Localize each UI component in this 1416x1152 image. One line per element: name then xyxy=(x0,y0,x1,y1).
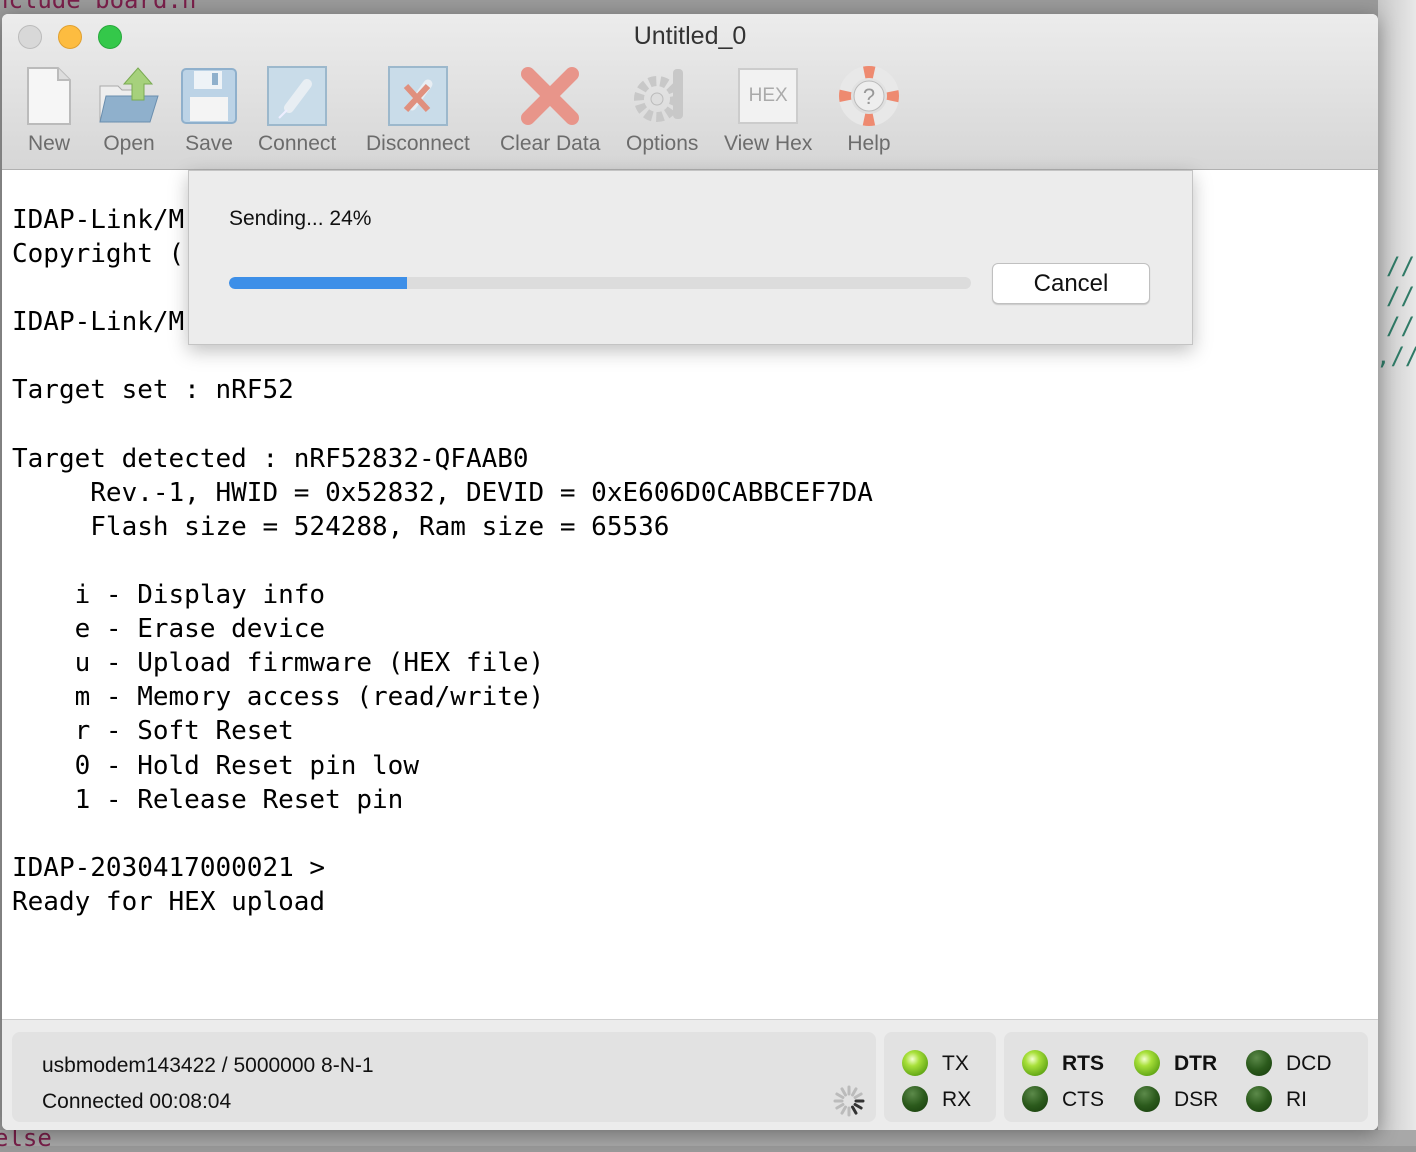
clear-data-button[interactable]: Clear Data xyxy=(500,64,600,156)
terminal-line: r - Soft Reset xyxy=(12,716,294,747)
background-comment: // xyxy=(1386,312,1415,340)
background-comment: // xyxy=(1386,252,1415,280)
terminal-window: Untitled_0 New Open Save Connect Disconn… xyxy=(2,14,1378,1130)
new-document-icon xyxy=(18,64,80,128)
terminal-line: Ready for HEX upload xyxy=(12,886,326,917)
background-editor xyxy=(1378,0,1416,1146)
terminal-line: Target set : nRF52 xyxy=(12,375,294,406)
options-button[interactable]: Options xyxy=(626,64,698,156)
spinner-spoke xyxy=(840,1105,847,1115)
connection-panel: usbmodem143422 / 5000000 8-N-1 Connected… xyxy=(12,1032,876,1122)
terminal-line: Flash size = 524288, Ram size = 65536 xyxy=(12,511,670,542)
plug-icon xyxy=(266,64,328,128)
background-editor-bottom xyxy=(0,1130,1416,1146)
open-button[interactable]: Open xyxy=(98,64,160,156)
signal-lines-panel: RTS CTS DTR DSR DCD RI xyxy=(1004,1032,1368,1122)
terminal-line: 0 - Hold Reset pin low xyxy=(12,750,419,781)
dtr-label[interactable]: DTR xyxy=(1174,1052,1217,1076)
lifebuoy-help-icon: ? xyxy=(838,64,900,128)
dcd-led xyxy=(1246,1050,1272,1076)
terminal-line: i - Display info xyxy=(12,580,326,611)
view-hex-button[interactable]: HEX View Hex xyxy=(724,64,812,156)
svg-text:?: ? xyxy=(863,84,875,109)
terminal-line: Target detected : nRF52832-QFAAB0 xyxy=(12,443,529,474)
spinner-spoke xyxy=(851,1105,858,1115)
status-bar: usbmodem143422 / 5000000 8-N-1 Connected… xyxy=(2,1019,1378,1130)
port-settings: usbmodem143422 / 5000000 8-N-1 xyxy=(42,1054,374,1077)
terminal-line: Rev.-1, HWID = 0x52832, DEVID = 0xE606D0… xyxy=(12,477,873,508)
cancel-button[interactable]: Cancel xyxy=(992,263,1150,304)
progress-bar-fill xyxy=(229,277,408,289)
tx-label: TX xyxy=(942,1052,969,1075)
terminal-line: u - Upload firmware (HEX file) xyxy=(12,648,545,679)
spinner-spoke xyxy=(835,1092,845,1099)
terminal-line: m - Memory access (read/write) xyxy=(12,682,545,713)
cts-label: CTS xyxy=(1062,1088,1104,1111)
floppy-disk-icon xyxy=(178,64,240,128)
disconnect-button[interactable]: Disconnect xyxy=(366,64,470,156)
new-button[interactable]: New xyxy=(18,64,80,156)
txrx-panel: TX RX xyxy=(884,1032,996,1122)
dsr-led xyxy=(1134,1086,1160,1112)
rts-led[interactable] xyxy=(1022,1050,1048,1076)
spinner-spoke xyxy=(853,1092,863,1099)
connect-button[interactable]: Connect xyxy=(258,64,336,156)
connection-time: Connected 00:08:04 xyxy=(42,1090,232,1113)
window-title: Untitled_0 xyxy=(633,22,747,50)
cts-led xyxy=(1022,1086,1048,1112)
help-button[interactable]: ? Help xyxy=(838,64,900,156)
spinner-spoke xyxy=(851,1087,858,1097)
terminal-line: e - Erase device xyxy=(12,614,326,645)
sending-progress-dialog: Sending... 24% Cancel xyxy=(188,170,1193,345)
spinner-spoke xyxy=(853,1103,863,1110)
background-code-top: nclude board.h xyxy=(0,0,197,14)
spinner-spoke xyxy=(835,1103,845,1110)
hex-icon: HEX xyxy=(737,64,799,128)
progress-bar xyxy=(229,277,971,289)
activity-spinner-icon xyxy=(833,1085,865,1117)
ri-label: RI xyxy=(1286,1088,1307,1111)
terminal-line: 1 - Release Reset pin xyxy=(12,784,404,815)
spinner-spoke xyxy=(840,1087,847,1097)
background-comment: // xyxy=(1386,282,1415,310)
background-comment: ,// xyxy=(1376,342,1416,370)
open-folder-icon xyxy=(98,64,160,128)
tx-led xyxy=(902,1050,928,1076)
progress-status-text: Sending... 24% xyxy=(229,207,372,230)
dtr-led[interactable] xyxy=(1134,1050,1160,1076)
terminal-line: IDAP-2030417000021 > xyxy=(12,852,326,883)
dsr-label: DSR xyxy=(1174,1088,1219,1111)
gear-wrench-icon xyxy=(631,64,693,128)
rts-label[interactable]: RTS xyxy=(1062,1052,1104,1076)
unplug-icon xyxy=(387,64,449,128)
red-x-icon xyxy=(519,64,581,128)
toolbar: Untitled_0 New Open Save Connect Disconn… xyxy=(2,14,1378,170)
ri-led xyxy=(1246,1086,1272,1112)
dcd-label: DCD xyxy=(1286,1052,1332,1075)
save-button[interactable]: Save xyxy=(178,64,240,156)
rx-label: RX xyxy=(942,1088,972,1111)
rx-led xyxy=(902,1086,928,1112)
